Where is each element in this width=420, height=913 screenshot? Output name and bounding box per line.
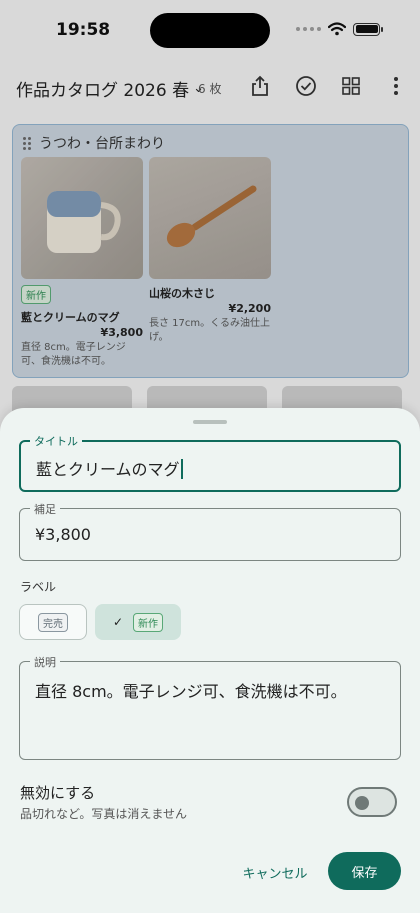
cancel-button[interactable]: キャンセル [233,854,317,890]
sold-out-pill: 完売 [38,612,68,632]
note-field-label: 補足 [30,501,60,517]
sheet-drag-handle[interactable] [193,420,227,424]
edit-bottom-sheet: タイトル 藍とクリームのマグ 補足 ¥3,800 ラベル 完売 ✓ 新作 説明 … [0,408,420,913]
description-field[interactable]: 説明 直径 8cm。電子レンジ可、食洗機は不可。 [19,654,401,760]
description-field-value: 直径 8cm。電子レンジ可、食洗機は不可。 [35,682,347,701]
new-pill: 新作 [133,612,164,632]
title-field-label: タイトル [30,433,82,449]
save-button[interactable]: 保存 [328,852,401,890]
disable-toggle-title: 無効にする [20,784,96,802]
label-section-title: ラベル [20,580,57,594]
chip-sold-out[interactable]: 完売 [19,604,87,640]
description-field-label: 説明 [30,654,60,670]
chip-new[interactable]: ✓ 新作 [95,604,181,640]
check-icon: ✓ [112,615,124,629]
title-field[interactable]: タイトル 藍とクリームのマグ [19,433,401,492]
note-field-value: ¥3,800 [35,525,91,544]
disable-switch[interactable] [347,787,397,817]
title-field-value: 藍とクリームのマグ [36,456,183,480]
switch-knob [355,796,369,810]
note-field[interactable]: 補足 ¥3,800 [19,501,401,561]
disable-toggle-subtitle: 品切れなど。写真は消えません [20,807,188,821]
